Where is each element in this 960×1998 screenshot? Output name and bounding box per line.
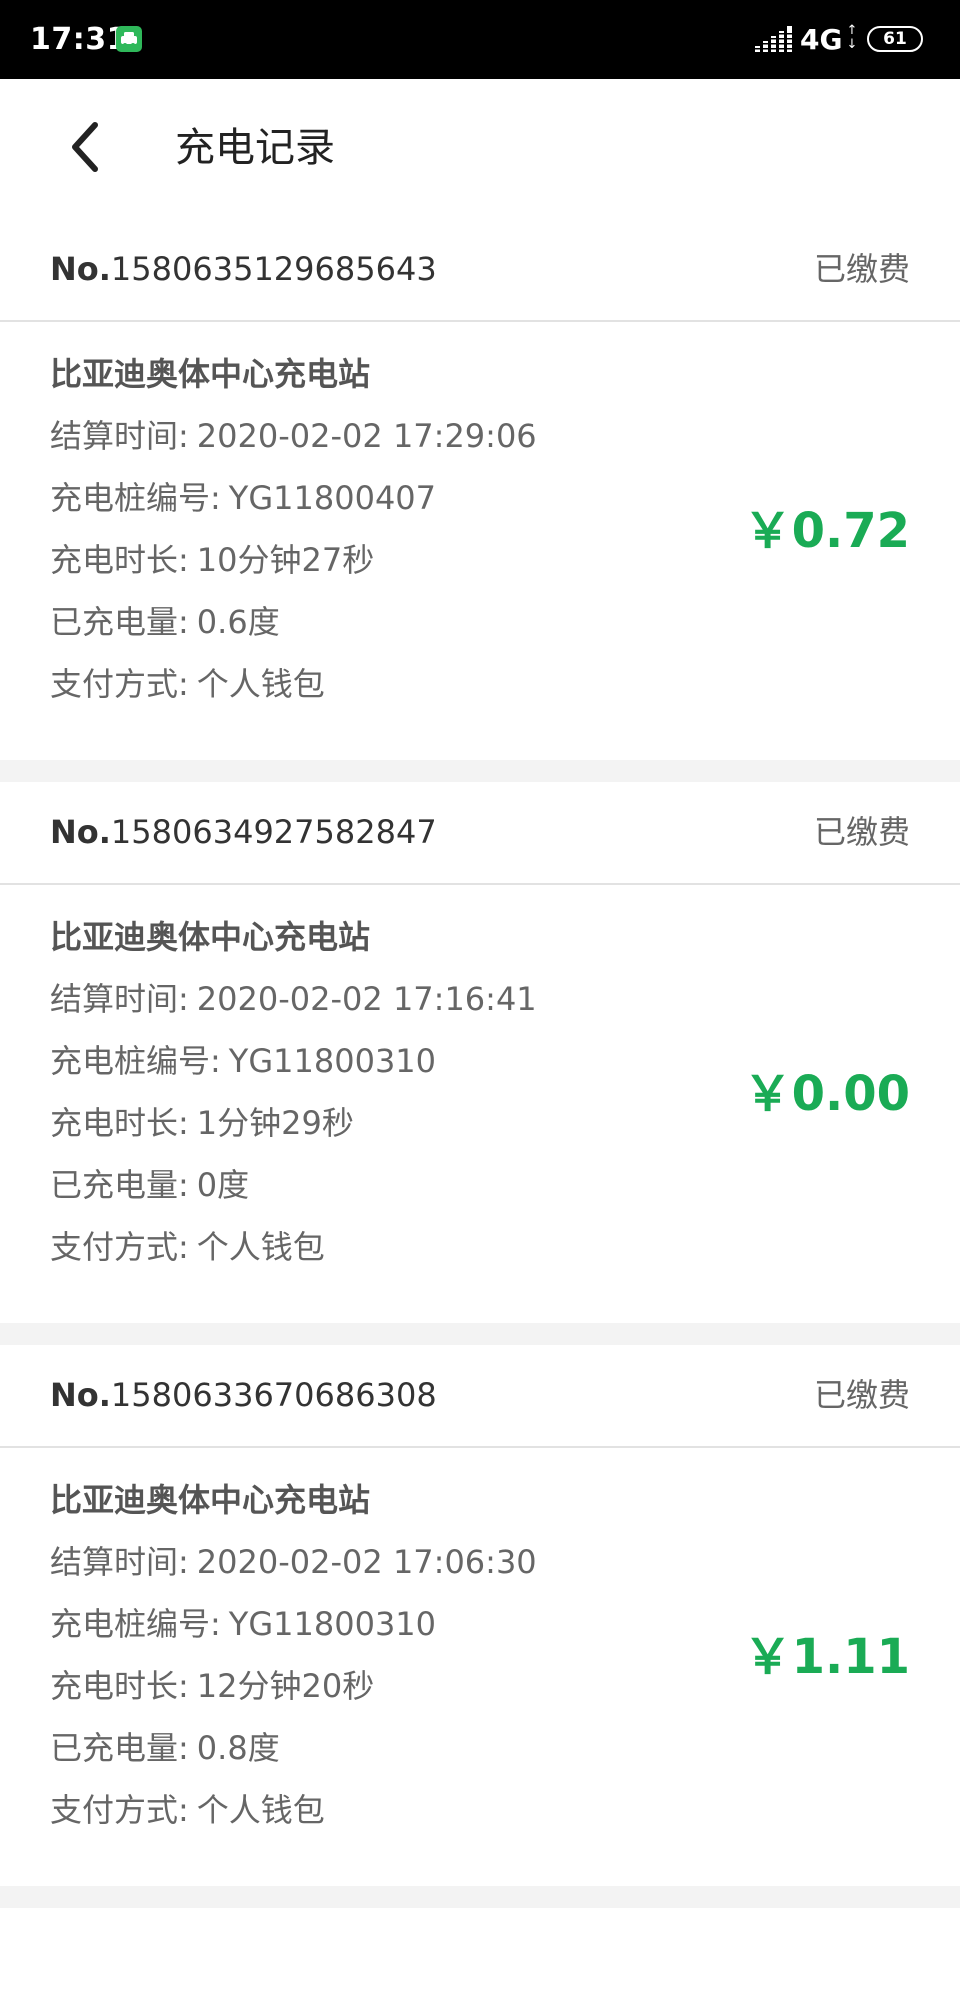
settle-time-value: 2020-02-02 17:06:30 (196, 1543, 537, 1581)
duration-row: 充电时长: 12分钟20秒 (50, 1666, 374, 1706)
settle-time-row: 结算时间: 2020-02-02 17:16:41 (50, 979, 537, 1019)
record-number-prefix: No. (50, 813, 111, 851)
settle-time-label: 结算时间: (50, 980, 189, 1018)
energy-label: 已充电量: (50, 1729, 189, 1767)
pile-value: YG11800310 (228, 1605, 437, 1643)
duration-label: 充电时长: (50, 541, 189, 579)
record-number: No.1580633670686308 (50, 1375, 437, 1415)
energy-row: 已充电量: 0.6度 (50, 602, 280, 642)
record-card[interactable]: No.1580634927582847 已缴费 比亚迪奥体中心充电站 结算时间:… (0, 782, 960, 1323)
record-number: No.1580634927582847 (50, 812, 437, 852)
record-number-prefix: No. (50, 1376, 111, 1414)
amount: ￥0.00 (743, 1066, 910, 1122)
payment-label: 支付方式: (50, 1228, 189, 1266)
energy-row: 已充电量: 0.8度 (50, 1728, 280, 1768)
chevron-left-icon (72, 122, 98, 172)
payment-row: 支付方式: 个人钱包 (50, 1790, 325, 1830)
record-number-value: 1580633670686308 (110, 1376, 437, 1414)
pile-row: 充电桩编号: YG11800310 (50, 1604, 436, 1644)
signal-icon (755, 26, 793, 54)
duration-label: 充电时长: (50, 1667, 189, 1705)
pile-row: 充电桩编号: YG11800407 (50, 478, 436, 518)
pile-value: YG11800407 (228, 479, 437, 517)
data-arrows-icon: ↑ ↓ (846, 23, 858, 52)
station-name: 比亚迪奥体中心充电站 (50, 355, 371, 393)
energy-value: 0度 (196, 1166, 250, 1204)
settle-time-row: 结算时间: 2020-02-02 17:06:30 (50, 1542, 537, 1582)
page-title: 充电记录 (175, 125, 335, 171)
energy-value: 0.6度 (196, 603, 280, 641)
duration-value: 10分钟27秒 (196, 541, 375, 579)
energy-value: 0.8度 (196, 1729, 280, 1767)
record-card[interactable]: No.1580633670686308 已缴费 比亚迪奥体中心充电站 结算时间:… (0, 1345, 960, 1886)
energy-label: 已充电量: (50, 1166, 189, 1204)
duration-value: 1分钟29秒 (196, 1104, 354, 1142)
record-header: No.1580634927582847 已缴费 (0, 782, 960, 885)
payment-label: 支付方式: (50, 1791, 189, 1829)
record-status: 已缴费 (813, 813, 910, 851)
status-time: 17:31 (30, 22, 128, 57)
payment-label: 支付方式: (50, 665, 189, 703)
settle-time-row: 结算时间: 2020-02-02 17:29:06 (50, 416, 537, 456)
station-name: 比亚迪奥体中心充电站 (50, 918, 371, 956)
back-button[interactable] (55, 113, 115, 181)
amount: ￥1.11 (743, 1629, 910, 1685)
duration-row: 充电时长: 10分钟27秒 (50, 540, 374, 580)
payment-row: 支付方式: 个人钱包 (50, 664, 325, 704)
record-number: No.1580635129685643 (50, 249, 437, 289)
duration-label: 充电时长: (50, 1104, 189, 1142)
record-number-prefix: No. (50, 250, 111, 288)
record-header: No.1580633670686308 已缴费 (0, 1345, 960, 1448)
energy-row: 已充电量: 0度 (50, 1165, 249, 1205)
record-divider (0, 1323, 960, 1345)
pile-value: YG11800310 (228, 1042, 437, 1080)
network-label: 4G (800, 23, 843, 56)
status-bar: 17:31 4G ↑ ↓ 61 (0, 0, 960, 79)
record-divider (0, 1886, 960, 1908)
record-status: 已缴费 (813, 1376, 910, 1414)
duration-value: 12分钟20秒 (196, 1667, 375, 1705)
energy-label: 已充电量: (50, 603, 189, 641)
payment-row: 支付方式: 个人钱包 (50, 1227, 325, 1267)
settle-time-value: 2020-02-02 17:29:06 (196, 417, 537, 455)
car-app-icon (116, 26, 142, 52)
pile-label: 充电桩编号: (50, 1605, 221, 1643)
record-body: 比亚迪奥体中心充电站 结算时间: 2020-02-02 17:06:30 充电桩编… (0, 1448, 960, 1886)
record-status: 已缴费 (813, 250, 910, 288)
payment-value: 个人钱包 (196, 1791, 325, 1829)
app-header: 充电记录 (0, 79, 960, 219)
record-divider (0, 760, 960, 782)
payment-value: 个人钱包 (196, 1228, 325, 1266)
settle-time-label: 结算时间: (50, 1543, 189, 1581)
record-body: 比亚迪奥体中心充电站 结算时间: 2020-02-02 17:16:41 充电桩编… (0, 885, 960, 1323)
settle-time-label: 结算时间: (50, 417, 189, 455)
pile-row: 充电桩编号: YG11800310 (50, 1041, 436, 1081)
pile-label: 充电桩编号: (50, 479, 221, 517)
pile-label: 充电桩编号: (50, 1042, 221, 1080)
record-body: 比亚迪奥体中心充电站 结算时间: 2020-02-02 17:29:06 充电桩编… (0, 322, 960, 760)
settle-time-value: 2020-02-02 17:16:41 (196, 980, 537, 1018)
record-card[interactable]: No.1580635129685643 已缴费 比亚迪奥体中心充电站 结算时间:… (0, 219, 960, 760)
battery-level: 61 (883, 29, 907, 49)
amount: ￥0.72 (743, 503, 910, 559)
record-list: No.1580635129685643 已缴费 比亚迪奥体中心充电站 结算时间:… (0, 219, 960, 1908)
record-number-value: 1580634927582847 (110, 813, 437, 851)
duration-row: 充电时长: 1分钟29秒 (50, 1103, 354, 1143)
record-number-value: 1580635129685643 (110, 250, 437, 288)
payment-value: 个人钱包 (196, 665, 325, 703)
station-name: 比亚迪奥体中心充电站 (50, 1481, 371, 1519)
record-header: No.1580635129685643 已缴费 (0, 219, 960, 322)
